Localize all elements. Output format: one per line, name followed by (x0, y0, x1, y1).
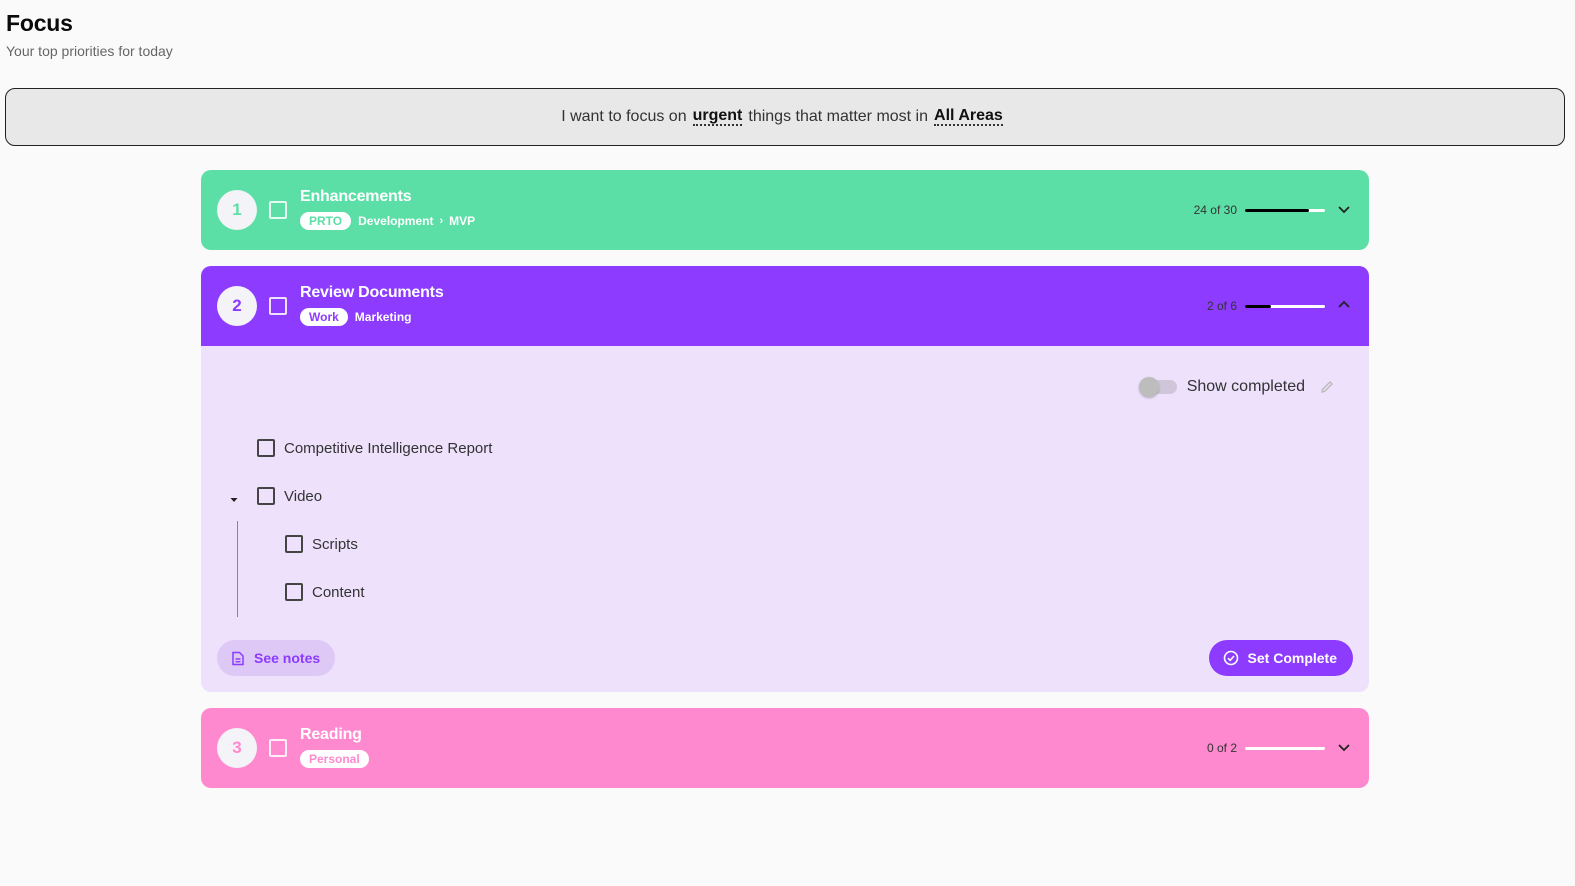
page-title: Focus (6, 10, 73, 36)
caret-down-icon[interactable] (229, 492, 239, 502)
subtask-item: Content (285, 583, 365, 601)
card-title: Reading (300, 726, 362, 743)
pencil-icon[interactable] (1319, 379, 1335, 395)
page-subtitle: Your top priorities for today (6, 43, 173, 59)
focus-prefix-text: I want to focus on (561, 108, 687, 125)
task-label: Video (284, 487, 323, 505)
show-completed-toggle[interactable] (1138, 377, 1177, 397)
progress-text: 0 of 2 (1206, 741, 1237, 755)
card-checkbox[interactable] (269, 201, 287, 219)
priority-number: 2 (217, 286, 257, 326)
focus-middle-text: things that matter most in (748, 108, 929, 125)
focus-statement-bar: I want to focus on urgent things that ma… (5, 88, 1565, 146)
toggle-knob (1138, 377, 1159, 397)
task-label: Scripts (312, 535, 358, 553)
check-circle-icon (1223, 650, 1238, 666)
document-icon (232, 651, 244, 665)
task-item: Competitive Intelligence Report (257, 439, 492, 457)
chevron-up-icon[interactable] (1337, 298, 1351, 312)
progress-text: 2 of 6 (1206, 299, 1237, 313)
task-item: Video (257, 487, 322, 505)
see-notes-button[interactable]: See notes (217, 640, 336, 676)
priority-number: 1 (217, 190, 257, 230)
task-checkbox[interactable] (257, 439, 275, 457)
card-body: Show completed Competitive Intelligence … (201, 346, 1369, 692)
task-label: Content (312, 583, 365, 601)
card-title: Enhancements (300, 188, 412, 205)
progress-bar (1245, 746, 1325, 750)
urgency-selector[interactable]: urgent (692, 108, 743, 126)
show-completed-label: Show completed (1186, 378, 1305, 395)
breadcrumb-separator: › (439, 215, 444, 227)
progress-indicator: 2 of 6 (1207, 299, 1325, 313)
card-title: Review Documents (300, 284, 444, 301)
chevron-down-icon[interactable] (1337, 202, 1351, 216)
progress-indicator: 0 of 2 (1207, 741, 1325, 755)
card-checkbox[interactable] (269, 739, 287, 757)
task-checkbox[interactable] (257, 487, 275, 505)
area-tag: Personal (300, 750, 369, 768)
progress-fill (1245, 208, 1309, 212)
subtask-item: Scripts (285, 535, 358, 553)
area-tag: PRTO (300, 212, 352, 230)
progress-bar (1245, 208, 1325, 212)
progress-fill (1245, 304, 1272, 308)
priority-card-review-documents: 2 Review Documents Work Marketing 2 of 6… (201, 266, 1369, 692)
priority-card-reading: 3 Reading Personal 0 of 2 (201, 708, 1369, 788)
task-checkbox[interactable] (285, 583, 303, 601)
set-complete-button[interactable]: Set Complete (1208, 640, 1353, 676)
page-header: Focus Your top priorities for today (6, 10, 173, 59)
breadcrumb-item: Development (358, 214, 434, 228)
breadcrumb-item: Marketing (354, 310, 412, 324)
chevron-down-icon[interactable] (1337, 740, 1351, 754)
set-complete-label: Set Complete (1247, 650, 1337, 666)
card-checkbox[interactable] (269, 297, 287, 315)
progress-bar (1245, 304, 1325, 308)
area-tag: Work (300, 308, 348, 326)
progress-indicator: 24 of 30 (1194, 203, 1325, 217)
see-notes-label: See notes (254, 650, 321, 666)
priority-number: 3 (217, 728, 257, 768)
area-selector[interactable]: All Areas (934, 108, 1003, 126)
card-header[interactable]: 3 Reading Personal 0 of 2 (201, 708, 1369, 788)
task-label: Competitive Intelligence Report (284, 439, 493, 457)
subtask-tree-line (237, 521, 238, 617)
task-checkbox[interactable] (285, 535, 303, 553)
card-header[interactable]: 2 Review Documents Work Marketing 2 of 6 (201, 266, 1369, 346)
priority-card-enhancements: 1 Enhancements PRTO Development › MVP 24… (201, 170, 1369, 250)
card-header[interactable]: 1 Enhancements PRTO Development › MVP 24… (201, 170, 1369, 250)
breadcrumb-item: MVP (449, 214, 476, 228)
progress-text: 24 of 30 (1193, 203, 1237, 217)
